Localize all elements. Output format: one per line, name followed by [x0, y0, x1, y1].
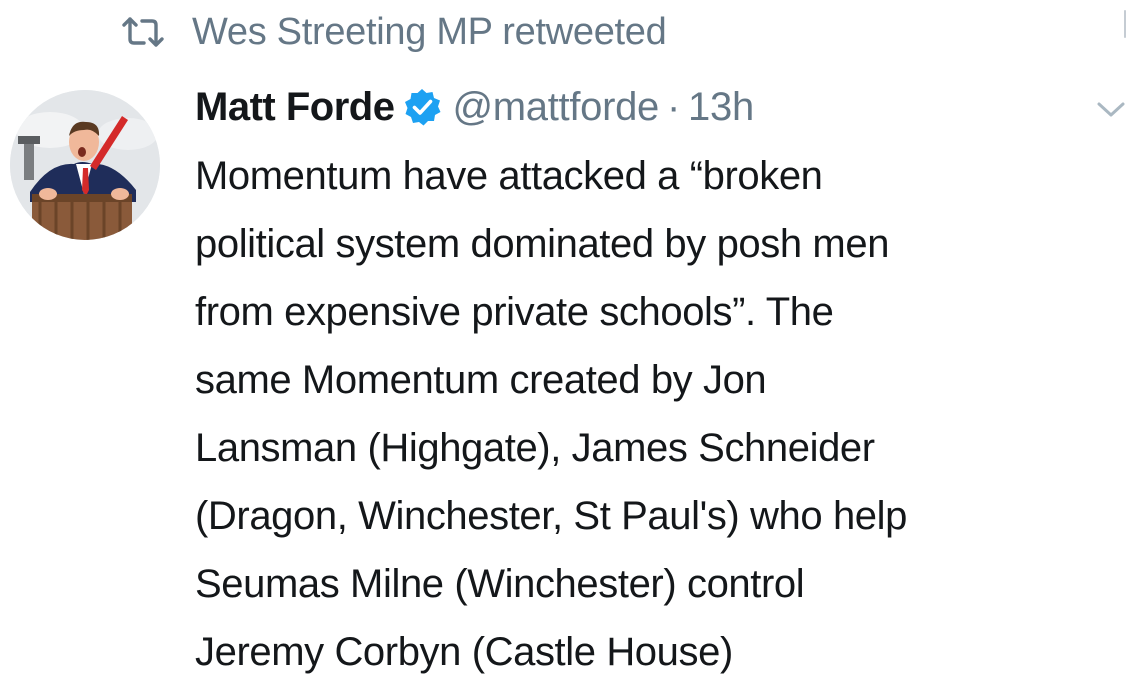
retweet-context[interactable]: Wes Streeting MP retweeted [120, 6, 667, 58]
separator-dot: · [667, 84, 681, 129]
tweet-text: Momentum have attacked a “broken politic… [195, 154, 907, 674]
tweet-content: Matt Forde @mattforde · 13h Momentum hav… [195, 72, 1105, 686]
chevron-down-icon[interactable] [1094, 98, 1128, 122]
profile-avatar[interactable] [10, 90, 160, 240]
tweet-timestamp[interactable]: 13h [688, 85, 754, 130]
author-name[interactable]: Matt Forde [195, 85, 395, 130]
tweet-header: Matt Forde @mattforde · 13h [195, 72, 1105, 142]
retweet-icon [120, 15, 166, 49]
edge-divider [1124, 10, 1126, 38]
tweet-card[interactable]: Wes Streeting MP retweeted Matt Forde @m… [0, 0, 1134, 690]
verified-badge-icon [402, 87, 442, 127]
author-handle[interactable]: @mattforde [452, 85, 659, 130]
retweet-label[interactable]: Wes Streeting MP retweeted [192, 11, 667, 54]
